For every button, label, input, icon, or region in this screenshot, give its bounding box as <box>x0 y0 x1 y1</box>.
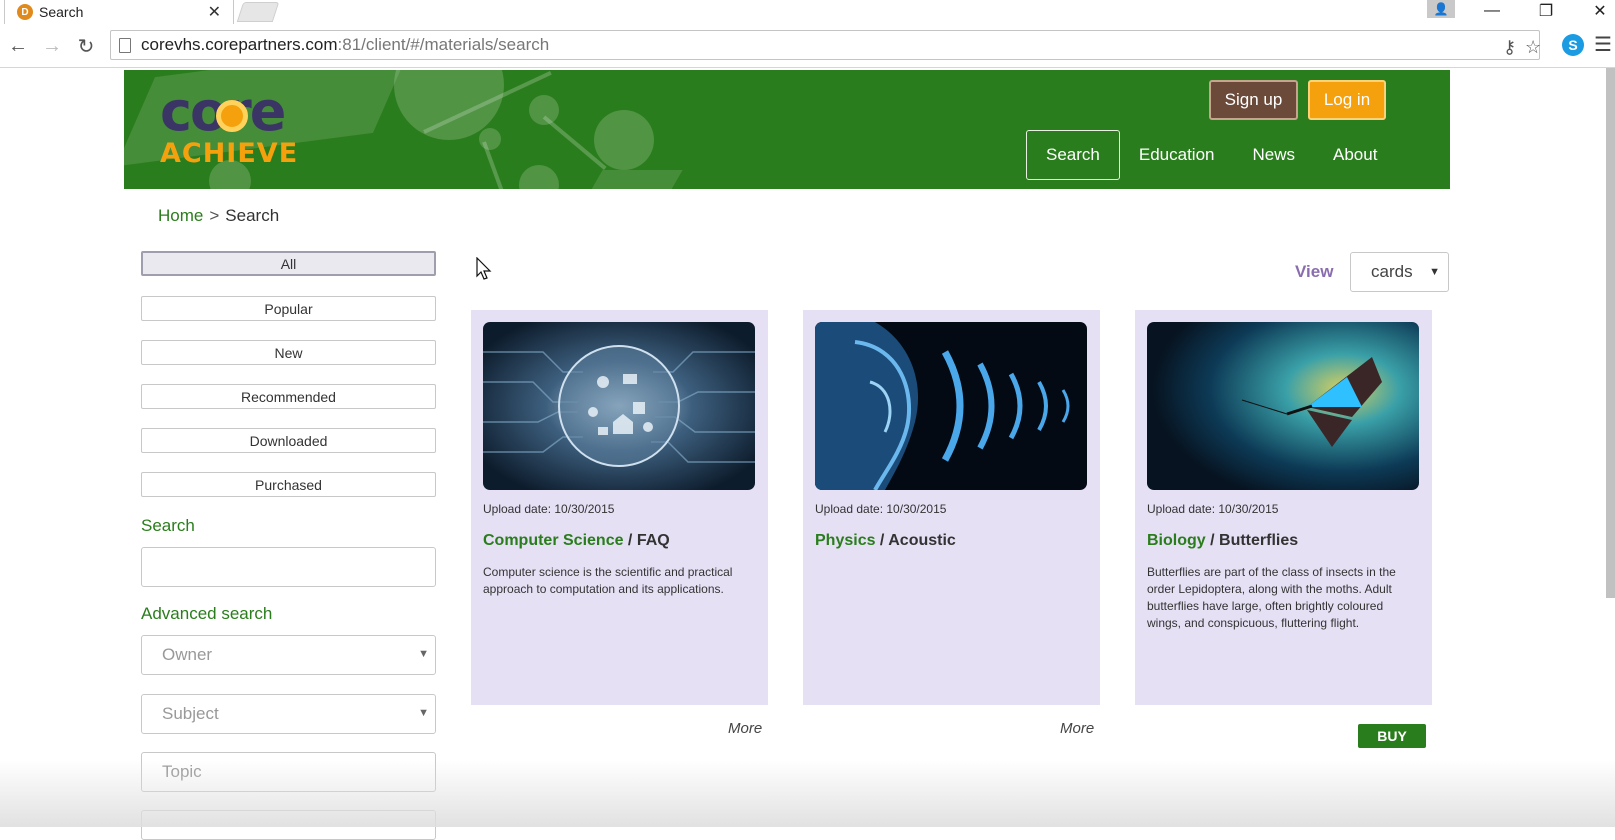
nav-about[interactable]: About <box>1314 130 1396 180</box>
view-mode-value: cards <box>1371 262 1413 281</box>
nav-news[interactable]: News <box>1234 130 1315 180</box>
site-header: core ACHIEVE Sign up Log in Search Educa… <box>124 70 1450 189</box>
reload-icon[interactable]: ↻ <box>74 34 98 58</box>
chevron-down-icon: ▼ <box>1429 266 1440 278</box>
key-icon[interactable]: ⚷ <box>1503 37 1516 58</box>
card-title[interactable]: Physics / Acoustic <box>815 532 956 550</box>
card-description: Butterflies are part of the class of ins… <box>1147 565 1396 630</box>
decor-circle <box>529 95 559 125</box>
breadcrumb: Home > Search <box>158 206 279 226</box>
breadcrumb-separator: > <box>209 206 220 225</box>
advanced-search-heading: Advanced search <box>141 604 273 623</box>
search-input[interactable] <box>141 547 436 587</box>
subject-select-placeholder: Subject <box>162 704 219 723</box>
forward-arrow-icon[interactable]: → <box>40 34 64 58</box>
nav-search[interactable]: Search <box>1026 130 1120 180</box>
nav-education[interactable]: Education <box>1120 130 1234 180</box>
card-subject: Biology <box>1147 532 1206 549</box>
physics-acoustic-image[interactable] <box>815 322 1087 490</box>
decor-line <box>482 141 510 189</box>
biology-butterfly-image[interactable] <box>1147 322 1419 490</box>
card-title[interactable]: Biology / Butterflies <box>1147 532 1298 550</box>
site-favicon-icon: D <box>17 4 33 20</box>
card-topic: Acoustic <box>888 532 956 549</box>
browser-toolbar: ← → ↻ corevhs.corepartners.com:81/client… <box>0 26 1615 68</box>
chevron-down-icon: ▼ <box>418 707 429 719</box>
more-link[interactable]: More <box>728 720 762 737</box>
filter-new-button[interactable]: New <box>141 340 436 365</box>
sign-up-button[interactable]: Sign up <box>1209 80 1298 120</box>
tab-title: Search <box>39 4 84 20</box>
card-upload-date: Upload date: 10/30/2015 <box>1147 502 1279 516</box>
owner-select-placeholder: Owner <box>162 645 213 664</box>
filter-downloaded-button[interactable]: Downloaded <box>141 428 436 453</box>
minimize-icon[interactable]: — <box>1472 0 1512 22</box>
log-in-button[interactable]: Log in <box>1308 80 1386 120</box>
page-scrollbar[interactable] <box>1606 68 1615 598</box>
browser-menu-icon[interactable]: ☰ <box>1594 32 1612 57</box>
decor-circle <box>479 128 501 150</box>
view-label: View <box>1295 262 1334 281</box>
view-mode-select[interactable]: cards ▼ <box>1350 252 1449 292</box>
topic-input[interactable]: Topic <box>141 752 436 792</box>
subject-select[interactable]: Subject ▼ <box>141 694 436 734</box>
owner-select[interactable]: Owner ▼ <box>141 635 436 675</box>
user-profile-icon[interactable]: 👤 <box>1427 0 1455 18</box>
buy-button[interactable]: BUY <box>1358 724 1426 748</box>
card-title[interactable]: Computer Science / FAQ <box>483 532 670 550</box>
filter-all-button[interactable]: All <box>141 251 436 276</box>
computer-science-image[interactable] <box>483 322 755 490</box>
card-separator: / <box>623 532 637 549</box>
logo-sun-icon <box>216 100 248 132</box>
breadcrumb-home-link[interactable]: Home <box>158 206 203 225</box>
card-separator: / <box>1205 532 1220 549</box>
topic-input-placeholder: Topic <box>162 762 202 781</box>
logo-core-text: core <box>160 85 340 139</box>
filter-popular-button[interactable]: Popular <box>141 296 436 321</box>
extra-filter-field[interactable] <box>141 810 436 840</box>
address-bar[interactable]: corevhs.corepartners.com:81/client/#/mat… <box>110 30 1541 60</box>
main-nav: Search Education News About <box>1026 130 1396 180</box>
material-card[interactable]: Upload date: 10/30/2015 Physics / Acoust… <box>803 310 1100 705</box>
card-separator: / <box>875 532 889 549</box>
skype-extension-icon[interactable]: S <box>1562 34 1584 56</box>
decor-circle <box>594 110 654 170</box>
chevron-down-icon: ▼ <box>418 648 429 660</box>
card-subject: Computer Science <box>483 532 624 549</box>
breadcrumb-current: Search <box>225 206 280 225</box>
decor-circle <box>519 165 559 189</box>
material-card[interactable]: Upload date: 10/30/2015 Biology / Butter… <box>1135 310 1432 705</box>
card-description: Computer science is the scientific and p… <box>483 565 733 596</box>
page-icon <box>119 38 131 53</box>
close-window-icon[interactable]: ✕ <box>1580 0 1615 22</box>
url-host: corevhs.corepartners.com <box>141 35 338 54</box>
material-card[interactable]: Upload date: 10/30/2015 Computer Science… <box>471 310 768 705</box>
filter-purchased-button[interactable]: Purchased <box>141 472 436 497</box>
card-topic: Butterflies <box>1219 532 1299 549</box>
new-tab-button[interactable] <box>236 2 280 22</box>
logo-achieve-text: ACHIEVE <box>160 138 299 169</box>
core-achieve-logo[interactable]: core ACHIEVE <box>160 85 340 176</box>
browser-tab[interactable]: D Search ✕ <box>4 0 234 24</box>
back-arrow-icon[interactable]: ← <box>6 34 30 58</box>
close-tab-icon[interactable]: ✕ <box>208 2 221 22</box>
bookmark-star-icon[interactable]: ☆ <box>1525 37 1541 58</box>
card-topic: FAQ <box>636 532 670 549</box>
card-subject: Physics <box>815 532 876 549</box>
restore-icon[interactable]: ❐ <box>1526 0 1566 22</box>
decor-graduation-cap <box>585 170 683 189</box>
more-link[interactable]: More <box>1060 720 1094 737</box>
browser-tabbar: D Search ✕ 👤 — ❐ ✕ <box>0 0 1615 24</box>
filter-recommended-button[interactable]: Recommended <box>141 384 436 409</box>
card-upload-date: Upload date: 10/30/2015 <box>815 502 947 516</box>
url-path: :81/client/#/materials/search <box>337 35 550 54</box>
card-upload-date: Upload date: 10/30/2015 <box>483 502 615 516</box>
search-heading: Search <box>141 516 195 535</box>
